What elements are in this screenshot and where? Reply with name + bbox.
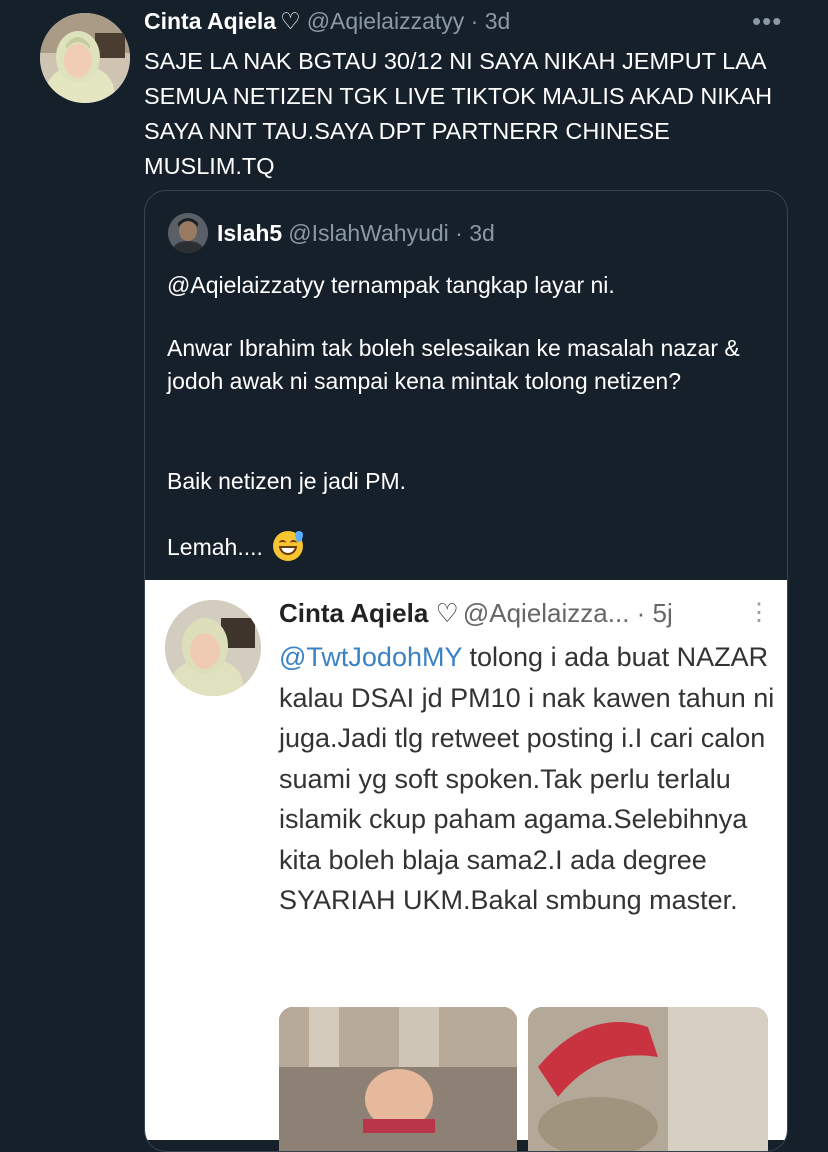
screenshot-mention: @TwtJodohMY	[279, 642, 462, 672]
heart-glyph: ♡	[280, 8, 301, 34]
quote-paragraph: @Aqielaizzatyy ternampak tangkap layar n…	[167, 272, 615, 298]
screenshot-photo-right	[528, 1007, 768, 1151]
quote-header: Islah5 @IslahWahyudi · 3d	[217, 220, 495, 247]
quote-paragraph-last: Lemah....	[167, 531, 767, 564]
screenshot-tweet-text: @TwtJodohMY tolong i ada buat NAZAR kala…	[279, 637, 779, 921]
quoted-tweet[interactable]: Islah5 @IslahWahyudi · 3d @Aqielaizzatyy …	[144, 190, 788, 1152]
screenshot-text-body: tolong i ada buat NAZAR kalau DSAI jd PM…	[279, 642, 775, 915]
quote-paragraph: Anwar Ibrahim tak boleh selesaikan ke ma…	[167, 335, 740, 394]
author-handle-time[interactable]: @Aqielaizzatyy · 3d	[307, 8, 511, 34]
quote-author-handle-time[interactable]: @IslahWahyudi · 3d	[288, 220, 495, 246]
quote-paragraph: Baik netizen je jadi PM.	[167, 468, 407, 494]
quote-author-avatar[interactable]	[168, 213, 208, 253]
more-options-icon[interactable]: •••	[752, 6, 782, 37]
quote-author-name[interactable]: Islah5	[217, 220, 282, 246]
screenshot-author-name: Cinta Aqiela	[279, 598, 429, 628]
author-name[interactable]: Cinta Aqiela	[144, 8, 276, 34]
quote-paragraph-text: Lemah....	[167, 534, 263, 560]
tweet-text: SAJE LA NAK BGTAU 30/12 NI SAYA NIKAH JE…	[144, 48, 773, 179]
screenshot-avatar	[165, 600, 261, 696]
screenshot-heart-glyph: ♡	[435, 598, 459, 628]
screenshot-more-icon: ⋮	[747, 599, 771, 626]
screenshot-photo-left	[279, 1007, 517, 1151]
attached-screenshot-image[interactable]: Cinta Aqiela ♡ @Aqielaizza... · 5j ⋮ @Twt…	[145, 580, 787, 1151]
grinning-sweat-emoji-icon	[273, 531, 304, 561]
author-avatar[interactable]	[40, 13, 130, 103]
tweet-header: Cinta Aqiela ♡ @Aqielaizzatyy · 3d	[144, 8, 510, 35]
screenshot-handle-time: @Aqielaizza... · 5j	[462, 598, 673, 628]
screenshot-header: Cinta Aqiela ♡ @Aqielaizza... · 5j	[279, 598, 673, 629]
